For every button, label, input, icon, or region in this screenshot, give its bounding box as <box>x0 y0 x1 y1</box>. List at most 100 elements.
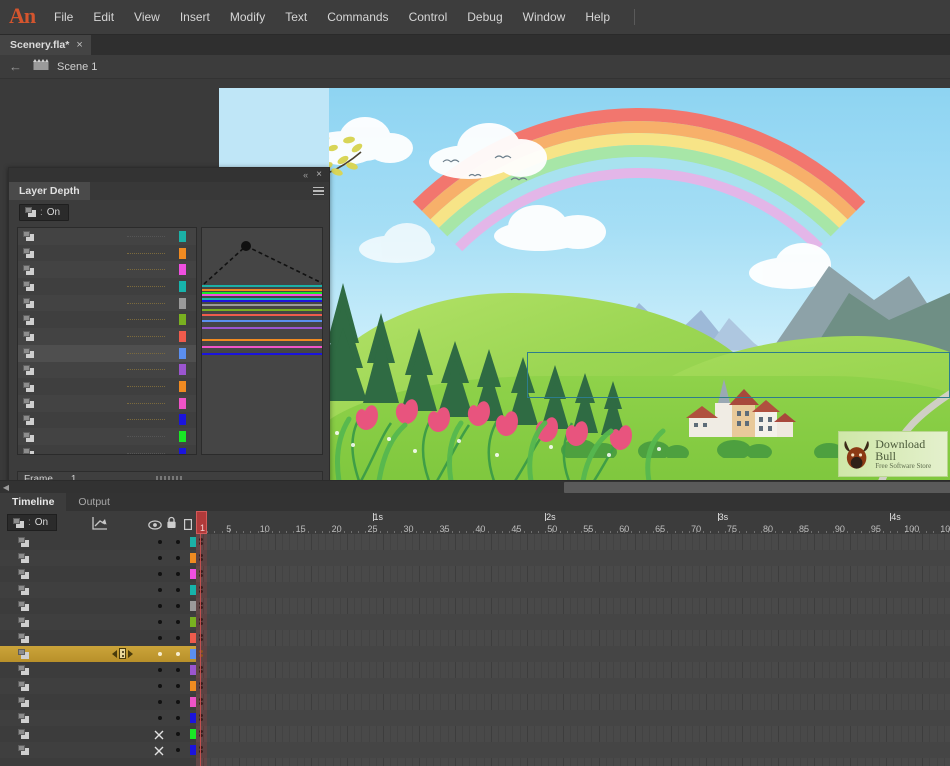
layer-visibility-toggle[interactable] <box>158 556 162 560</box>
layer-color-swatch[interactable] <box>179 431 186 442</box>
layer-visibility-toggle[interactable] <box>158 668 162 672</box>
layer-lock-toggle[interactable] <box>176 572 180 576</box>
frame-value[interactable]: 1 <box>71 474 77 481</box>
layer-depth-value[interactable] <box>127 286 165 287</box>
layer-depth-row[interactable] <box>18 328 196 345</box>
layer-visibility-toggle[interactable] <box>158 604 162 608</box>
timeline-layer-row[interactable] <box>0 662 196 678</box>
close-icon[interactable]: × <box>316 170 322 180</box>
layer-depth-value[interactable] <box>127 253 165 254</box>
layer-depth-value[interactable] <box>127 436 165 437</box>
layer-depth-value[interactable] <box>127 336 165 337</box>
layer-lock-toggle[interactable] <box>176 604 180 608</box>
timeline-layer-row[interactable] <box>0 534 196 550</box>
menu-item-debug[interactable]: Debug <box>457 0 512 35</box>
layer-depth-row[interactable] <box>18 412 196 429</box>
timeline-layer-row[interactable] <box>0 566 196 582</box>
layer-lock-toggle[interactable] <box>176 684 180 688</box>
timeline-frame-row[interactable] <box>196 726 950 742</box>
layer-depth-toggle-button[interactable]: : On <box>19 204 69 221</box>
layer-lock-toggle[interactable] <box>176 636 180 640</box>
timeline-layer-list[interactable] <box>0 534 196 766</box>
layer-depth-row[interactable] <box>18 378 196 395</box>
layer-color-swatch[interactable] <box>179 248 186 259</box>
timeline-frame-row[interactable] <box>196 710 950 726</box>
layer-hidden-x-icon[interactable] <box>153 728 165 740</box>
menu-item-file[interactable]: File <box>44 0 83 35</box>
layer-lock-toggle[interactable] <box>176 732 180 736</box>
edit-layer-box-icon[interactable] <box>119 648 126 659</box>
layer-lock-toggle[interactable] <box>176 716 180 720</box>
close-icon[interactable]: × <box>76 40 82 51</box>
layer-lock-toggle[interactable] <box>176 700 180 704</box>
layer-depth-value[interactable] <box>127 353 165 354</box>
layer-color-swatch[interactable] <box>179 364 186 375</box>
timeline-layer-row[interactable] <box>0 726 196 742</box>
stage-area[interactable]: Download Bull Free Software Store « × La… <box>0 79 950 480</box>
next-frame-arrow-icon[interactable] <box>128 650 133 658</box>
scroll-left-arrow-icon[interactable]: ◀ <box>0 483 12 492</box>
menu-item-help[interactable]: Help <box>575 0 620 35</box>
scrollbar-thumb[interactable] <box>564 482 950 493</box>
timeline-layer-row[interactable] <box>0 710 196 726</box>
layer-color-swatch[interactable] <box>179 348 186 359</box>
back-arrow-icon[interactable]: ← <box>6 59 25 74</box>
timeline-ruler[interactable]: 5101520253035404550556065707580859095100… <box>196 511 950 534</box>
layer-edit-controls[interactable] <box>112 648 133 659</box>
stage-horizontal-scrollbar[interactable]: ◀ <box>0 480 950 493</box>
layer-color-swatch[interactable] <box>179 331 186 342</box>
layer-color-swatch[interactable] <box>179 448 186 455</box>
menu-item-control[interactable]: Control <box>399 0 458 35</box>
timeline-layer-row[interactable] <box>0 550 196 566</box>
eye-icon[interactable] <box>148 517 162 535</box>
prev-frame-arrow-icon[interactable] <box>112 650 117 658</box>
layer-depth-row[interactable] <box>18 345 196 362</box>
layer-depth-value[interactable] <box>127 319 165 320</box>
menu-item-view[interactable]: View <box>124 0 170 35</box>
outline-icon[interactable] <box>184 517 192 535</box>
scene-name-label[interactable]: Scene 1 <box>57 61 97 73</box>
layer-depth-row[interactable] <box>18 228 196 245</box>
panel-resize-grip[interactable] <box>156 476 182 480</box>
layer-color-swatch[interactable] <box>179 398 186 409</box>
layer-visibility-toggle[interactable] <box>158 716 162 720</box>
scrollbar-track[interactable] <box>12 482 950 493</box>
layer-lock-toggle[interactable] <box>176 540 180 544</box>
layer-visibility-toggle[interactable] <box>158 588 162 592</box>
camera-graph-icon[interactable] <box>92 516 108 535</box>
layer-depth-value[interactable] <box>127 403 165 404</box>
menu-item-commands[interactable]: Commands <box>317 0 398 35</box>
timeline-layer-row[interactable] <box>0 694 196 710</box>
timeline-frame-row[interactable] <box>196 646 950 662</box>
layer-depth-value[interactable] <box>127 369 165 370</box>
timeline-layer-row[interactable] <box>0 646 196 662</box>
timeline-frame-row[interactable] <box>196 662 950 678</box>
timeline-frame-row[interactable] <box>196 582 950 598</box>
layer-visibility-toggle[interactable] <box>158 684 162 688</box>
layer-visibility-toggle[interactable] <box>158 572 162 576</box>
menu-item-text[interactable]: Text <box>275 0 317 35</box>
timeline-layer-depth-toggle[interactable]: : On <box>7 514 57 531</box>
layer-lock-toggle[interactable] <box>176 668 180 672</box>
layer-hidden-x-icon[interactable] <box>153 744 165 756</box>
layer-depth-row[interactable] <box>18 295 196 312</box>
playhead-marker[interactable]: 1 <box>196 511 207 534</box>
timeline-frame-row[interactable] <box>196 550 950 566</box>
timeline-frames-grid[interactable] <box>196 534 950 766</box>
layer-depth-row[interactable] <box>18 278 196 295</box>
layer-depth-row[interactable] <box>18 245 196 262</box>
menu-item-insert[interactable]: Insert <box>170 0 220 35</box>
layer-depth-value[interactable] <box>127 303 165 304</box>
timeline-layer-row[interactable] <box>0 678 196 694</box>
layer-depth-titlebar[interactable]: « × <box>9 168 329 182</box>
lock-icon[interactable] <box>166 516 177 534</box>
layer-depth-value[interactable] <box>127 419 165 420</box>
layer-color-swatch[interactable] <box>179 264 186 275</box>
timeline-frame-row[interactable] <box>196 598 950 614</box>
panel-menu-icon[interactable] <box>307 182 329 200</box>
timeline-layer-row[interactable] <box>0 598 196 614</box>
layer-depth-panel[interactable]: « × Layer Depth : On <box>8 167 330 480</box>
layer-visibility-toggle[interactable] <box>158 620 162 624</box>
layer-depth-row[interactable] <box>18 395 196 412</box>
document-tab-scenery[interactable]: Scenery.fla* × <box>0 35 91 55</box>
